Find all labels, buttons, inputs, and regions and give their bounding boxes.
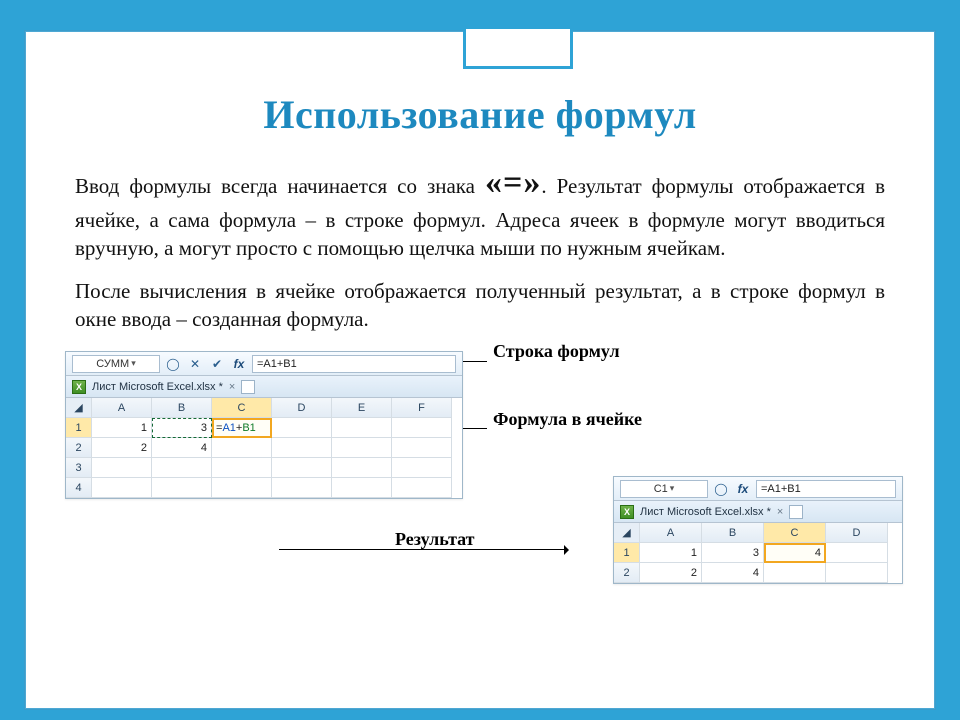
- col-header: B: [702, 523, 764, 543]
- label-formula-bar: Строка формул: [493, 341, 620, 362]
- cell: [826, 543, 888, 563]
- slide-title: Использование формул: [75, 91, 885, 138]
- cell: [332, 438, 392, 458]
- top-tab-decoration: [463, 29, 573, 69]
- col-header: E: [332, 398, 392, 418]
- excel1-name-box-value: СУММ: [96, 358, 129, 370]
- col-header: D: [826, 523, 888, 543]
- equals-sign-emphasis: «=»: [485, 164, 541, 201]
- col-header: F: [392, 398, 452, 418]
- paragraph-1: Ввод формулы всегда начинается со знака …: [75, 160, 885, 263]
- paragraph-2: После вычисления в ячейке отображается п…: [75, 277, 885, 334]
- slide-page: Использование формул Ввод формулы всегда…: [24, 30, 936, 710]
- row-header: 4: [66, 478, 92, 498]
- cell-a1: 1: [92, 418, 152, 438]
- document-icon: [241, 380, 255, 394]
- cell: [272, 418, 332, 438]
- excel1-formula-bar: СУММ ▾ ◯ ✕ ✔ fx =A1+B1: [66, 352, 462, 376]
- cell: [392, 418, 452, 438]
- cell: [392, 438, 452, 458]
- cancel-icon: ✕: [186, 355, 204, 373]
- label-result: Результат: [395, 529, 475, 550]
- cell-b1: 3: [702, 543, 764, 563]
- col-header: C: [212, 398, 272, 418]
- fx-icon: fx: [734, 480, 752, 498]
- dropdown-icon: ▾: [131, 358, 136, 369]
- col-header: D: [272, 398, 332, 418]
- cell: [332, 418, 392, 438]
- row-header: 3: [66, 458, 92, 478]
- cell: [764, 563, 826, 583]
- cell-a1: 1: [640, 543, 702, 563]
- circle-icon: ◯: [164, 355, 182, 373]
- row-header: 2: [66, 438, 92, 458]
- row-header: 1: [66, 418, 92, 438]
- cell-a2: 2: [640, 563, 702, 583]
- dropdown-icon: ▾: [670, 483, 675, 494]
- excel2-tab-title: Лист Microsoft Excel.xlsx *: [640, 506, 771, 518]
- corner-cell: ◢: [614, 523, 640, 543]
- excel2-grid: ◢ A B C D 1 1 3 4 2 2 4: [614, 523, 902, 583]
- corner-cell: ◢: [66, 398, 92, 418]
- arrow-to-result: [279, 549, 564, 550]
- cell-b2: 4: [702, 563, 764, 583]
- col-header: A: [640, 523, 702, 543]
- col-header: B: [152, 398, 212, 418]
- document-icon: [789, 505, 803, 519]
- circle-icon: ◯: [712, 480, 730, 498]
- excel1-formula-input: =A1+B1: [252, 355, 456, 373]
- excel2-name-box-value: C1: [654, 483, 668, 495]
- excel2-formula-bar: C1 ▾ ◯ fx =A1+B1: [614, 477, 902, 501]
- col-header: C: [764, 523, 826, 543]
- label-cell-formula: Формула в ячейке: [493, 409, 642, 430]
- row-header: 1: [614, 543, 640, 563]
- excel1-document-tab: X Лист Microsoft Excel.xlsx * ×: [66, 376, 462, 398]
- excel2-document-tab: X Лист Microsoft Excel.xlsx * ×: [614, 501, 902, 523]
- excel-file-icon: X: [72, 380, 86, 394]
- cell-c1-result: 4: [764, 543, 826, 563]
- excel1-tab-title: Лист Microsoft Excel.xlsx *: [92, 381, 223, 393]
- cell: [212, 438, 272, 458]
- fx-icon: fx: [230, 355, 248, 373]
- illustration-area: Строка формул Формула в ячейке Результат…: [75, 341, 885, 601]
- excel-file-icon: X: [620, 505, 634, 519]
- cell: [826, 563, 888, 583]
- confirm-icon: ✔: [208, 355, 226, 373]
- para1-lead: Ввод формулы всегда начинается со знака: [75, 174, 485, 198]
- cell-c1-editing: =A1+B1: [212, 418, 272, 438]
- excel1-name-box: СУММ ▾: [72, 355, 160, 373]
- cell: [272, 438, 332, 458]
- row-header: 2: [614, 563, 640, 583]
- excel-screenshot-editing: СУММ ▾ ◯ ✕ ✔ fx =A1+B1 X Лист Microsoft …: [65, 351, 463, 499]
- excel2-formula-input: =A1+B1: [756, 480, 896, 498]
- close-icon: ×: [229, 381, 235, 393]
- cell-a2: 2: [92, 438, 152, 458]
- excel1-grid: ◢ A B C D E F 1 1 3 =A1+B1 2 2 4: [66, 398, 462, 498]
- cell-b1: 3: [152, 418, 212, 438]
- excel2-name-box: C1 ▾: [620, 480, 708, 498]
- close-icon: ×: [777, 506, 783, 518]
- col-header: A: [92, 398, 152, 418]
- cell-b2: 4: [152, 438, 212, 458]
- excel-screenshot-result: C1 ▾ ◯ fx =A1+B1 X Лист Microsoft Excel.…: [613, 476, 903, 584]
